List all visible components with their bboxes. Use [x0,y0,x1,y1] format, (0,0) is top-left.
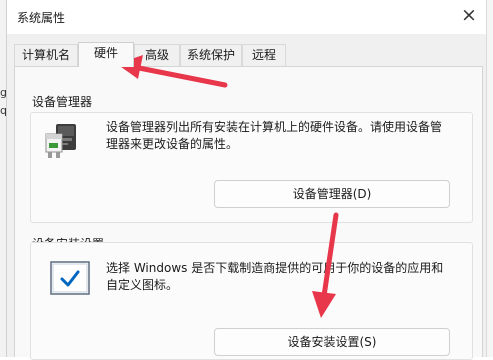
tab-advanced[interactable]: 高级 [134,44,180,66]
title-bar: 系统属性 × [7,0,486,34]
device-install-settings-button[interactable]: 设备安装设置(S) [214,328,450,356]
device-manager-group-label: 设备管理器 [32,95,93,109]
tab-system-protection[interactable]: 系统保护 [180,44,242,66]
device-install-description-line1: 选择 Windows 是否下载制造商提供的可用于你的设备的应用和 [106,261,444,275]
device-install-description-line2: 自定义图标。 [106,278,179,292]
close-icon: × [461,4,477,26]
tab-computer-name[interactable]: 计算机名 [14,44,78,66]
device-manager-button[interactable]: 设备管理器(D) [214,180,450,208]
background-window-edge [0,0,7,357]
device-manager-description-line1: 设备管理器列出所有安装在计算机上的硬件设备。请使用设备管 [106,120,443,134]
device-manager-description-line2: 理器来更改设备的属性。 [106,137,239,151]
system-properties-dialog: 系统属性 × 计算机名 硬件 高级 系统保护 远程 设备管理器 设备管理器列出所… [7,0,486,360]
window-title: 系统属性 [17,11,66,25]
checkbox-monitor-icon [50,261,90,295]
background-text-fragment: q [0,104,6,117]
background-text-fragment: g [0,86,6,99]
hardware-tab-panel: 设备管理器 设备管理器列出所有安装在计算机上的硬件设备。请使用设备管 理器来更改… [14,66,483,360]
background-window-edge-right [486,0,493,357]
close-button[interactable]: × [455,4,483,28]
tab-remote[interactable]: 远程 [242,44,286,66]
device-manager-icon [45,124,76,158]
tab-hardware[interactable]: 硬件 [78,42,134,67]
